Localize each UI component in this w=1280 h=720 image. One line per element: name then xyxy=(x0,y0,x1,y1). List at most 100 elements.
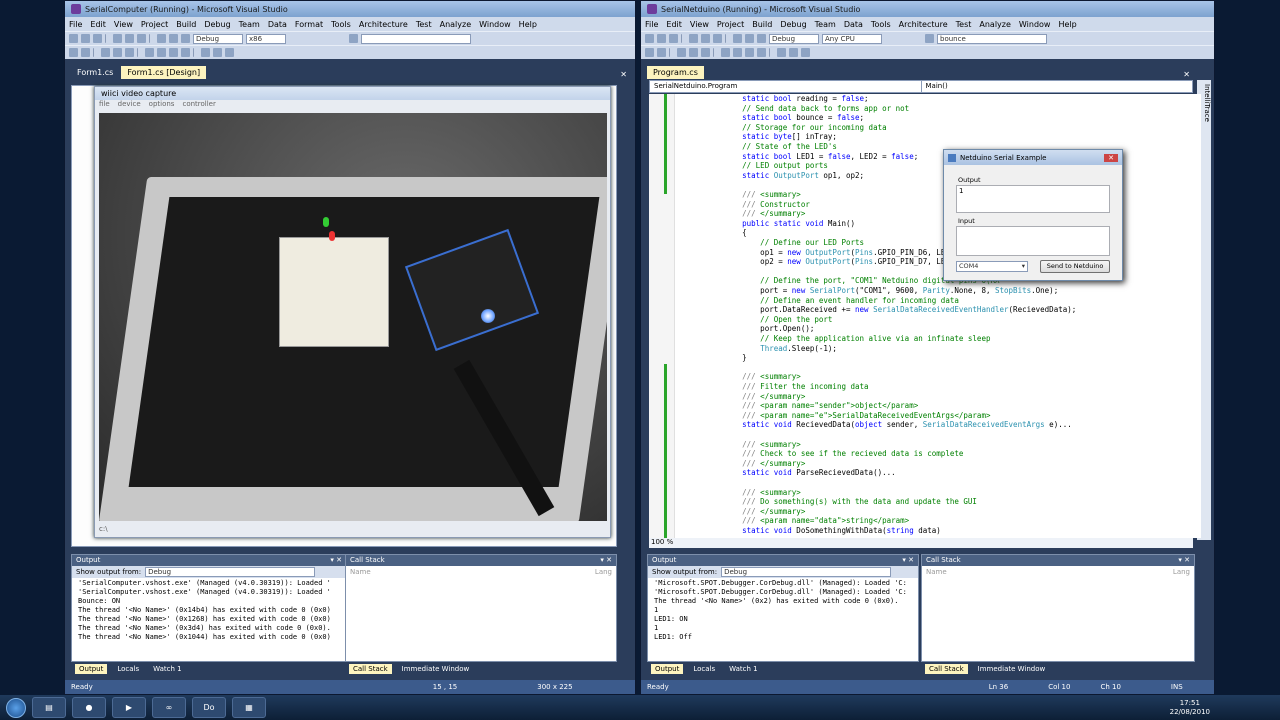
pin-icon[interactable]: ▾ ✕ xyxy=(1178,556,1190,565)
code-line[interactable]: /// </summary> xyxy=(706,459,805,469)
code-line[interactable]: // Keep the application alive via an inf… xyxy=(706,334,990,344)
code-line[interactable]: port.Open(); xyxy=(706,324,814,334)
code-line[interactable]: static OutputPort op1, op2; xyxy=(706,171,864,181)
undo-icon[interactable] xyxy=(157,34,166,43)
pin-icon[interactable]: ▾ ✕ xyxy=(600,556,612,565)
visual-studio-icon[interactable]: ∞ xyxy=(152,697,186,718)
close-tab-icon[interactable]: ✕ xyxy=(620,70,627,79)
capture-menu-file[interactable]: file xyxy=(99,100,110,110)
code-line[interactable]: /// <param name="data">string</param> xyxy=(706,516,909,526)
menu-test[interactable]: Test xyxy=(416,20,432,29)
close-icon[interactable]: ✕ xyxy=(1104,153,1118,162)
menu-test[interactable]: Test xyxy=(956,20,972,29)
menu-build[interactable]: Build xyxy=(752,20,772,29)
code-line[interactable]: /// Constructor xyxy=(706,200,810,210)
code-line[interactable]: static bool LED1 = false, LED2 = false; xyxy=(706,152,918,162)
code-line[interactable]: static void ParseRecievedData()... xyxy=(706,468,896,478)
port-select[interactable]: COM4 ▾ xyxy=(956,261,1028,272)
menu-team[interactable]: Team xyxy=(815,20,836,29)
menu-data[interactable]: Data xyxy=(844,20,863,29)
cut-icon[interactable] xyxy=(113,34,122,43)
undo-icon[interactable] xyxy=(733,34,742,43)
find-combo[interactable]: bounce xyxy=(937,33,1047,44)
tab-form1-design[interactable]: Form1.cs [Design] xyxy=(121,66,207,79)
show-output-select[interactable]: Debug xyxy=(145,567,316,577)
config-select[interactable]: Debug xyxy=(769,33,819,44)
platform-select[interactable]: x86 xyxy=(246,33,286,44)
redo-icon[interactable] xyxy=(745,34,754,43)
code-line[interactable]: // LED output ports xyxy=(706,161,828,171)
tab-program-cs[interactable]: Program.cs xyxy=(647,66,704,79)
config-select[interactable]: Debug xyxy=(193,33,243,44)
tab-output[interactable]: Output xyxy=(75,664,108,674)
capture-menu-device[interactable]: device xyxy=(118,100,141,110)
code-line[interactable]: static byte[] inTray; xyxy=(706,132,837,142)
tab-callstack[interactable]: Call Stack xyxy=(349,664,392,674)
find-icon[interactable] xyxy=(925,34,934,43)
menu-analyze[interactable]: Analyze xyxy=(440,20,472,29)
code-line[interactable]: /// </summary> xyxy=(706,209,805,219)
menu-window[interactable]: Window xyxy=(479,20,511,29)
code-line[interactable]: static bool reading = false; xyxy=(706,94,868,104)
tab-form1-cs[interactable]: Form1.cs xyxy=(71,66,119,79)
media-player-icon[interactable]: ▶ xyxy=(112,697,146,718)
open-icon[interactable] xyxy=(657,34,666,43)
find-combo[interactable] xyxy=(361,33,471,44)
code-line[interactable]: Thread.Sleep(-1); xyxy=(706,344,837,354)
code-line[interactable]: /// <summary> xyxy=(706,372,801,382)
paint-icon[interactable]: ▦ xyxy=(232,697,266,718)
tab-callstack[interactable]: Call Stack xyxy=(925,664,968,674)
code-line[interactable]: op2 = new OutputPort(Pins.GPIO_PIN_D7, L… xyxy=(706,257,963,267)
paste-icon[interactable] xyxy=(713,34,722,43)
tab-locals[interactable]: Locals xyxy=(689,664,719,674)
explorer-icon[interactable]: ▤ xyxy=(32,697,66,718)
menu-project[interactable]: Project xyxy=(141,20,168,29)
save-icon[interactable] xyxy=(93,34,102,43)
capture-menu-controller[interactable]: controller xyxy=(182,100,215,110)
open-icon[interactable] xyxy=(81,34,90,43)
code-line[interactable]: static void DoSomethingWithData(string d… xyxy=(706,526,941,536)
class-dropdown[interactable]: SerialNetduino.Program xyxy=(650,81,922,92)
menu-architecture[interactable]: Architecture xyxy=(899,20,948,29)
menu-tools[interactable]: Tools xyxy=(331,20,351,29)
code-line[interactable]: /// Check to see if the recieved data is… xyxy=(706,449,963,459)
menu-edit[interactable]: Edit xyxy=(666,20,682,29)
menu-format[interactable]: Format xyxy=(295,20,323,29)
menu-edit[interactable]: Edit xyxy=(90,20,106,29)
code-line[interactable]: /// <summary> xyxy=(706,190,801,200)
start-icon[interactable] xyxy=(181,34,190,43)
output-textbox[interactable]: 1 xyxy=(956,185,1110,213)
zoom-level[interactable]: 100 % xyxy=(649,538,1193,548)
code-line[interactable]: public static void Main() xyxy=(706,219,855,229)
menu-debug[interactable]: Debug xyxy=(780,20,806,29)
tab-watch1[interactable]: Watch 1 xyxy=(149,664,185,674)
code-line[interactable]: op1 = new OutputPort(Pins.GPIO_PIN_D6, L… xyxy=(706,248,963,258)
member-dropdown[interactable]: Main() xyxy=(922,81,1193,92)
send-button[interactable]: Send to Netduino xyxy=(1040,260,1110,273)
new-project-icon[interactable] xyxy=(69,34,78,43)
menu-project[interactable]: Project xyxy=(717,20,744,29)
code-line[interactable]: /// </summary> xyxy=(706,392,805,402)
code-line[interactable]: static void RecievedData(object sender, … xyxy=(706,420,1072,430)
menu-debug[interactable]: Debug xyxy=(204,20,230,29)
code-line[interactable]: // State of the LED's xyxy=(706,142,837,152)
tab-immediate[interactable]: Immediate Window xyxy=(398,664,474,674)
capture-menu-options[interactable]: options xyxy=(149,100,175,110)
save-icon[interactable] xyxy=(669,34,678,43)
menu-team[interactable]: Team xyxy=(239,20,260,29)
chrome-icon[interactable]: ● xyxy=(72,697,106,718)
netduino-dialog[interactable]: Netduino Serial Example ✕ Output 1 Input … xyxy=(943,149,1123,281)
redo-icon[interactable] xyxy=(169,34,178,43)
menu-view[interactable]: View xyxy=(690,20,709,29)
menu-help[interactable]: Help xyxy=(519,20,537,29)
pin-icon[interactable]: ▾ ✕ xyxy=(330,556,342,565)
pin-icon[interactable]: ▾ ✕ xyxy=(902,556,914,565)
menu-help[interactable]: Help xyxy=(1058,20,1076,29)
paste-icon[interactable] xyxy=(137,34,146,43)
menu-build[interactable]: Build xyxy=(176,20,196,29)
code-line[interactable]: static bool bounce = false; xyxy=(706,113,864,123)
input-textbox[interactable] xyxy=(956,226,1110,256)
right-titlebar[interactable]: SerialNetduino (Running) - Microsoft Vis… xyxy=(641,1,1214,17)
code-line[interactable]: port = new SerialPort("COM1", 9600, Pari… xyxy=(706,286,1058,296)
close-tab-icon[interactable]: ✕ xyxy=(1183,70,1190,79)
